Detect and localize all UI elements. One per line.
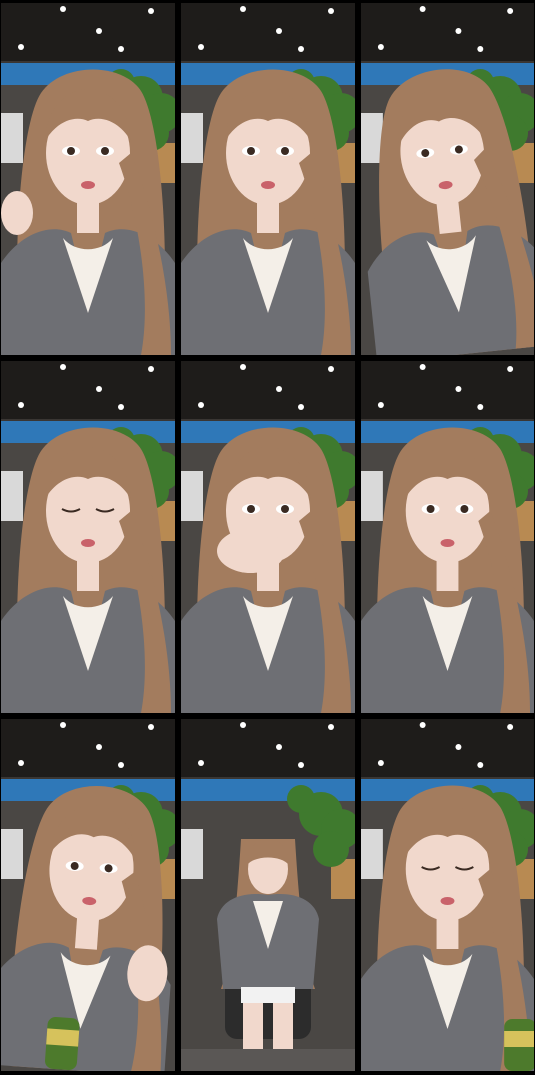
office-printer: [1, 829, 23, 879]
ceiling-light: [96, 744, 102, 750]
frame-scene: [181, 3, 355, 355]
ceiling-light: [419, 722, 426, 728]
ceiling-light: [477, 404, 484, 410]
ceiling-light: [198, 760, 204, 766]
frame-scene: [361, 3, 534, 355]
office-printer: [361, 113, 383, 163]
video-frame: [1, 361, 175, 713]
frame-scene: [361, 361, 534, 713]
ceiling-light: [377, 44, 384, 50]
ceiling-light: [198, 44, 204, 50]
ceiling-light: [198, 402, 204, 408]
ceiling-light: [148, 8, 154, 14]
office-printer: [361, 829, 383, 879]
ceiling-light: [18, 760, 24, 766]
ceiling-light: [60, 722, 66, 728]
ceiling-light: [455, 386, 462, 392]
ceiling-light: [148, 366, 154, 372]
ceiling-light: [328, 366, 334, 372]
ceiling-light: [240, 722, 246, 728]
ceiling-light: [477, 46, 484, 52]
ceiling-light: [60, 6, 66, 12]
ceiling-light: [507, 8, 514, 14]
ceiling-light: [148, 724, 154, 730]
white-shorts: [241, 987, 295, 1003]
video-frame: [181, 3, 355, 355]
frame-scene: [181, 719, 355, 1071]
lips: [261, 181, 275, 189]
ceiling-light: [377, 402, 384, 408]
ceiling-light: [18, 44, 24, 50]
office-printer: [1, 471, 23, 521]
office-printer: [181, 113, 203, 163]
ceiling-light: [118, 46, 124, 52]
ceiling-light: [96, 386, 102, 392]
leg: [243, 1003, 263, 1055]
ceiling-light: [18, 402, 24, 408]
ceiling-light: [507, 366, 514, 372]
ceiling-light: [96, 28, 102, 34]
frame-scene: [1, 3, 175, 355]
ceiling-light: [419, 6, 426, 12]
ceiling-light: [377, 760, 384, 766]
hand: [217, 529, 285, 573]
frame-scene: [1, 361, 175, 713]
frame-scene: [181, 361, 355, 713]
ceiling-light: [240, 6, 246, 12]
lips: [81, 539, 95, 547]
video-frame: [361, 3, 534, 355]
ceiling-light: [298, 404, 304, 410]
video-frame: [1, 719, 175, 1071]
leg: [273, 1003, 293, 1055]
ceiling-light: [328, 724, 334, 730]
ceiling-light: [276, 744, 282, 750]
frame-scene: [1, 719, 175, 1071]
office-printer: [361, 471, 383, 521]
ceiling-light: [276, 386, 282, 392]
ceiling-light: [419, 364, 426, 370]
office-printer: [181, 829, 203, 879]
office-printer: [1, 113, 23, 163]
lips: [440, 897, 455, 905]
ceiling-light: [298, 762, 304, 768]
lips: [440, 539, 455, 547]
video-frame-grid: [0, 0, 535, 1075]
ceiling-light: [118, 404, 124, 410]
ceiling-light: [118, 762, 124, 768]
ceiling-light: [455, 28, 462, 34]
video-frame: [1, 3, 175, 355]
ceiling-light: [507, 724, 514, 730]
video-frame: [361, 719, 534, 1071]
frame-scene: [361, 719, 534, 1071]
ceiling-light: [328, 8, 334, 14]
video-frame: [181, 361, 355, 713]
video-frame: [361, 361, 534, 713]
ceiling-light: [298, 46, 304, 52]
office-printer: [181, 471, 203, 521]
hand: [1, 191, 33, 235]
ceiling-light: [276, 28, 282, 34]
ceiling-light: [60, 364, 66, 370]
ceiling-light: [240, 364, 246, 370]
ceiling-light: [455, 744, 462, 750]
ceiling-light: [477, 762, 484, 768]
video-frame: [181, 719, 355, 1071]
lips: [81, 181, 95, 189]
